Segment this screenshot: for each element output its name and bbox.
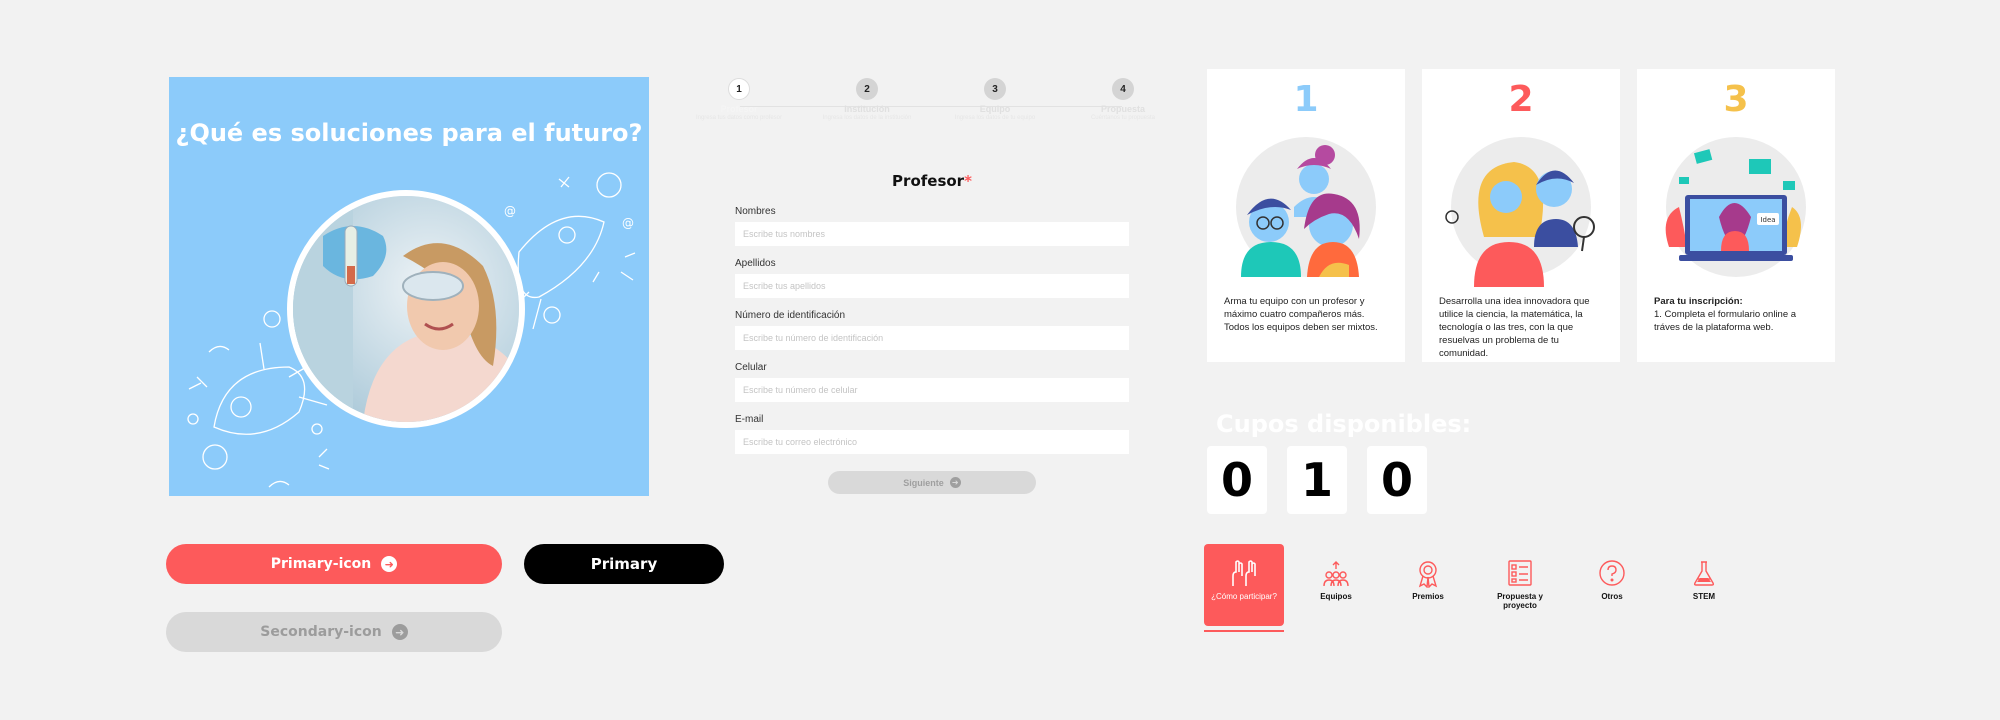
celular-input[interactable] <box>735 378 1129 402</box>
secondary-icon-button[interactable]: Secondary-icon ➜ <box>166 612 502 652</box>
primary-button[interactable]: Primary <box>524 544 724 584</box>
step-subtitle: Cuéntanos tu propuesta <box>1090 115 1156 121</box>
tab-label: STEM <box>1692 592 1716 601</box>
tab-label: ¿Cómo participar? <box>1211 592 1277 601</box>
primary-icon-button[interactable]: Primary-icon ➜ <box>166 544 502 584</box>
tab-otros[interactable]: Otros <box>1572 544 1652 626</box>
tab-equipos[interactable]: Equipos <box>1296 544 1376 626</box>
arrow-right-icon: ➜ <box>381 556 398 572</box>
step-subtitle: Ingresa los datos de tu equipo <box>954 115 1036 121</box>
nombres-label: Nombres <box>735 206 776 217</box>
arrow-right-icon: ➜ <box>391 624 408 640</box>
card-text: Desarrolla una idea innovadora que utili… <box>1439 296 1590 359</box>
next-button[interactable]: Siguiente ➜ <box>828 471 1036 494</box>
stepper-step-4[interactable]: 4 Propuesta Cuéntanos tu propuesta <box>1075 78 1171 122</box>
identificacion-label: Número de identificación <box>735 310 846 321</box>
stepper-line <box>740 106 1122 107</box>
screen-label: Idea <box>1760 216 1775 224</box>
step-card-1: 1 Arma tu equipo con un profesor y máxim… <box>1207 69 1405 362</box>
form-title: Profesor* <box>735 172 1129 190</box>
card-number: 2 <box>1508 79 1534 120</box>
step-title: Institución <box>844 104 890 114</box>
counter-digit: 0 <box>1207 446 1267 514</box>
apellidos-label: Apellidos <box>735 258 776 269</box>
registration-illustration: Idea <box>1665 137 1806 277</box>
step-title: Propuesta <box>1100 104 1145 114</box>
tab-label: Otros <box>1601 592 1623 601</box>
card-heading: Para tu inscripción: <box>1654 296 1743 307</box>
raised-hands-icon <box>1232 560 1256 586</box>
tab-propuesta-proyecto[interactable]: Propuesta y proyecto <box>1480 544 1560 626</box>
step-title: Profesor <box>720 104 758 114</box>
card-body: 1. Completa el formulario online a tráve… <box>1654 309 1797 333</box>
counter-digit: 0 <box>1367 446 1427 514</box>
hero-title: ¿Qué es soluciones para el futuro? <box>175 119 643 147</box>
identificacion-input[interactable] <box>735 326 1129 350</box>
step-card-2: 2 Desarrolla una idea innovadora que uti… <box>1422 69 1620 362</box>
celular-label: Celular <box>735 362 767 373</box>
primary-icon-button-label: Primary-icon <box>270 556 372 572</box>
tab-label: Propuesta y proyecto <box>1497 592 1543 610</box>
step-subtitle: Ingresa los datos de la institución <box>822 115 912 121</box>
svg-text:@: @ <box>504 204 516 218</box>
arrow-right-icon: ➜ <box>949 477 961 488</box>
tab-label: Premios <box>1412 592 1444 601</box>
award-ribbon-icon <box>1418 561 1438 588</box>
step-card-3: 3 Idea Para tu inscripción: 1. Completa … <box>1637 69 1835 362</box>
cupos-label: Cupos disponibles: <box>1216 410 1472 438</box>
card-text: Para tu inscripción: 1. Completa el form… <box>1654 295 1821 334</box>
email-input[interactable] <box>735 430 1129 454</box>
card-text: Arma tu equipo con un profesor y máximo … <box>1224 296 1378 333</box>
team-illustration <box>1236 137 1376 277</box>
primary-button-label: Primary <box>590 555 658 573</box>
next-button-label: Siguiente <box>903 477 944 488</box>
svg-text:@: @ <box>622 216 634 230</box>
tab-label: Equipos <box>1320 592 1352 601</box>
apellidos-input[interactable] <box>735 274 1129 298</box>
flask-icon <box>1693 561 1715 586</box>
email-label: E-mail <box>735 414 764 425</box>
stepper-step-1[interactable]: 1 Profesor Ingresa tus datos como profes… <box>691 78 787 122</box>
idea-illustration <box>1445 137 1595 287</box>
step-number: 1 <box>728 78 750 100</box>
nombres-input[interactable] <box>735 222 1129 246</box>
card-number: 1 <box>1293 79 1319 120</box>
step-number: 4 <box>1112 78 1134 100</box>
step-number: 2 <box>856 78 878 100</box>
step-title: Equipo <box>979 104 1011 114</box>
stepper-step-2[interactable]: 2 Institución Ingresa los datos de la in… <box>819 78 915 122</box>
scientist-photo <box>287 190 525 428</box>
step-subtitle: Ingresa tus datos como profesor <box>695 115 783 121</box>
counter-digit: 1 <box>1287 446 1347 514</box>
team-icon <box>1323 561 1349 587</box>
stepper-step-3[interactable]: 3 Equipo Ingresa los datos de tu equipo <box>947 78 1043 122</box>
hero-card: @ @ ¿Qué es soluciones para el futuro? <box>169 77 649 496</box>
checklist-icon <box>1508 560 1532 586</box>
question-icon <box>1599 560 1625 586</box>
tab-stem[interactable]: STEM <box>1664 544 1744 626</box>
secondary-icon-button-label: Secondary-icon <box>260 624 382 640</box>
tab-premios[interactable]: Premios <box>1388 544 1468 626</box>
card-number: 3 <box>1723 79 1749 120</box>
required-mark: * <box>964 172 972 190</box>
tab-como-participar[interactable]: ¿Cómo participar? <box>1204 544 1284 632</box>
form-title-text: Profesor <box>892 172 965 190</box>
step-number: 3 <box>984 78 1006 100</box>
